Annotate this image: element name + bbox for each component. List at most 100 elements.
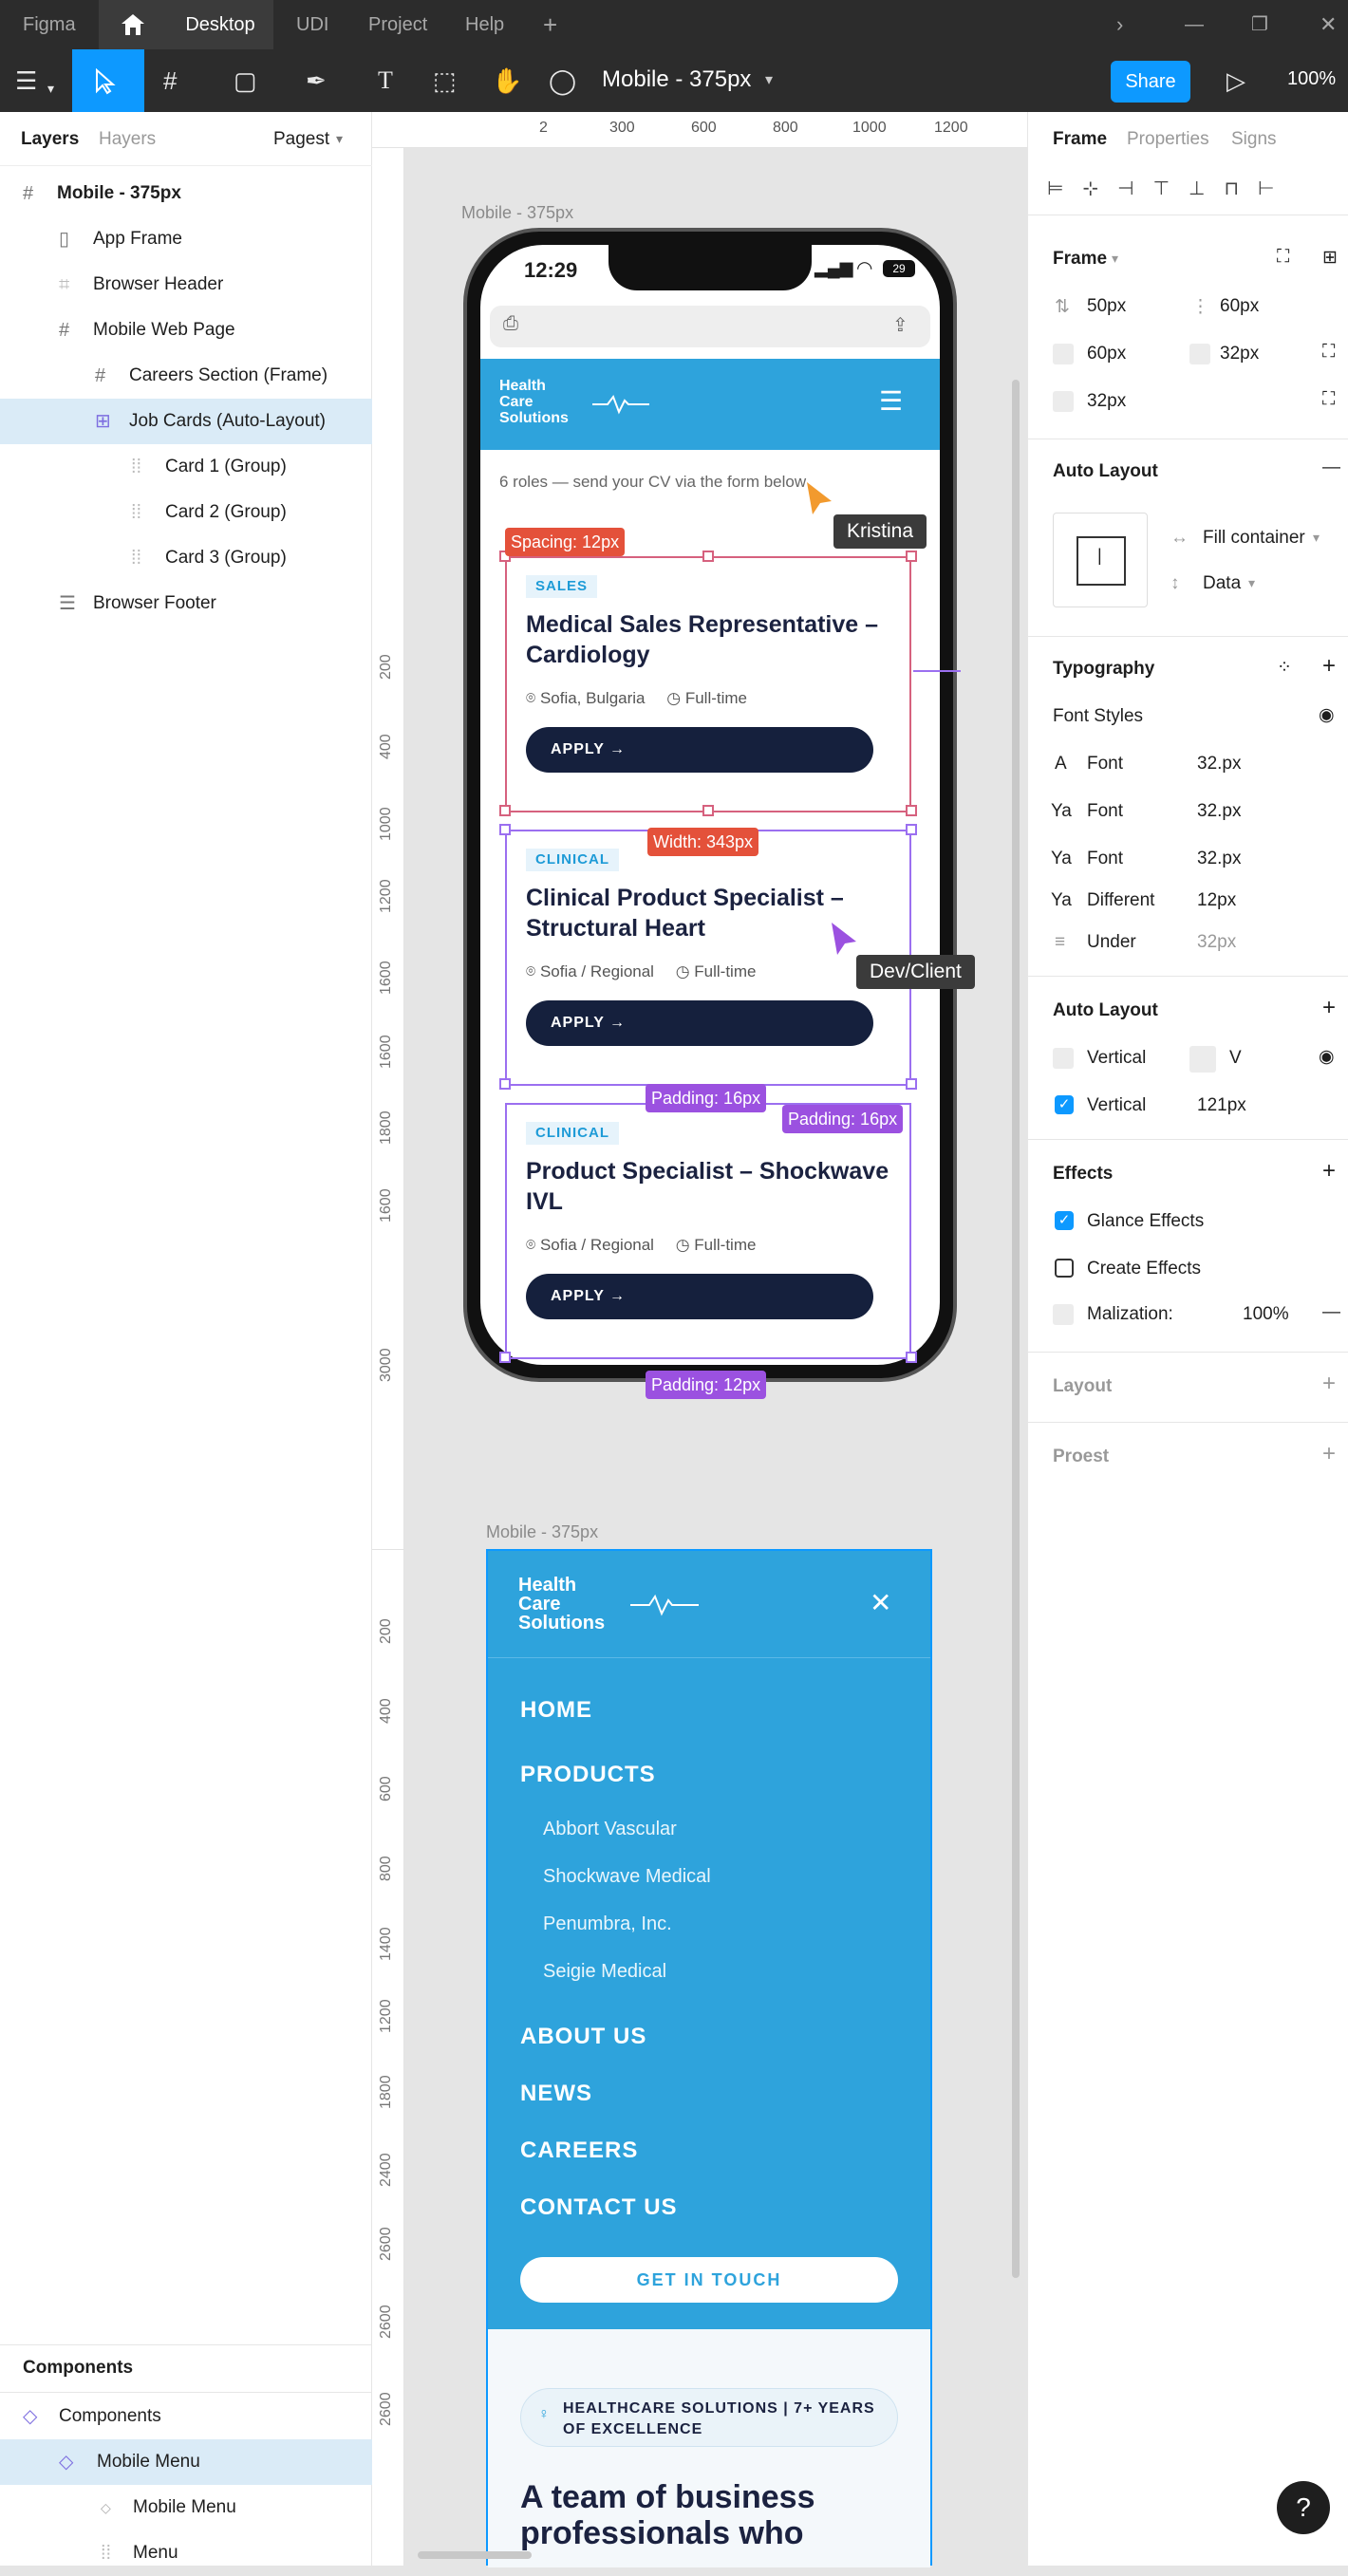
pen-tool-icon[interactable]: ✒ [306, 65, 327, 97]
layer-careers-section[interactable]: # Careers Section (Frame) [0, 353, 372, 399]
styles-icon[interactable]: ⁘ [1277, 657, 1292, 679]
tab-udi[interactable]: UDI [296, 0, 328, 49]
eye-icon[interactable]: ◉ [1319, 1046, 1335, 1068]
align-tools[interactable]: ⊨⊹⊣⊤⊥⊓⊢ [1047, 177, 1293, 200]
independent-corners-icon[interactable]: ⛶ [1322, 389, 1335, 410]
chevron-down-icon[interactable]: ▾ [1313, 530, 1320, 546]
menu-item-home[interactable]: HOME [520, 1697, 592, 1724]
vertical-scrollbar[interactable] [1012, 380, 1020, 2278]
rectangle-tool-icon[interactable]: ▢ [234, 65, 257, 97]
chevron-down-icon[interactable]: ▾ [1112, 251, 1118, 267]
close-menu-icon[interactable]: ✕ [870, 1587, 891, 1618]
layer-app-frame[interactable]: ▯ App Frame [0, 216, 372, 262]
tab-signs[interactable]: Signs [1231, 129, 1277, 150]
eye-icon[interactable]: ◉ [1319, 704, 1335, 726]
frame-value-radius[interactable]: 32px [1087, 391, 1126, 412]
tab-hayers[interactable]: Hayers [99, 129, 156, 150]
add-icon[interactable]: + [1322, 1158, 1336, 1185]
tab-project[interactable]: Project [368, 0, 427, 49]
horizontal-scrollbar[interactable] [418, 2551, 532, 2559]
tab-desktop[interactable]: Desktop [167, 0, 273, 49]
tab-layers[interactable]: Layers [21, 129, 79, 150]
present-play-icon[interactable]: ▷ [1226, 65, 1245, 97]
typo-value[interactable]: 32.px [1197, 801, 1241, 822]
resize-handle[interactable] [906, 1078, 917, 1090]
menu-item-news[interactable]: NEWS [520, 2081, 592, 2107]
menu-item-about[interactable]: ABOUT US [520, 2024, 646, 2050]
typo-value[interactable]: 32.px [1197, 849, 1241, 869]
resize-handle[interactable] [702, 551, 714, 562]
remove-icon[interactable]: — [1322, 1302, 1340, 1323]
corner-icon[interactable]: ⛶ [1322, 342, 1335, 363]
add-icon[interactable]: + [1322, 995, 1336, 1021]
resize-handle[interactable] [906, 824, 917, 835]
site-logo[interactable]: Health Care Solutions [518, 1576, 605, 1633]
vertical-checkbox[interactable]: ✓ [1055, 1095, 1074, 1114]
create-effects-checkbox[interactable] [1055, 1259, 1074, 1278]
resize-handle[interactable] [499, 1352, 511, 1363]
chevron-right-icon[interactable]: › [1116, 0, 1123, 49]
chevron-down-icon[interactable]: ▾ [336, 131, 343, 147]
hamburger-menu-icon[interactable]: ☰ [879, 385, 903, 417]
resize-handle[interactable] [499, 824, 511, 835]
glance-effects-checkbox[interactable]: ✓ [1055, 1211, 1074, 1230]
add-icon[interactable]: + [1322, 653, 1336, 680]
resize-handle[interactable] [702, 805, 714, 816]
frame-value-y[interactable]: 60px [1220, 296, 1259, 317]
minimize-icon[interactable]: — [1185, 0, 1204, 49]
alignment-grid[interactable]: | [1053, 513, 1148, 607]
new-tab-plus-icon[interactable]: + [543, 0, 557, 49]
resize-handle[interactable] [499, 805, 511, 816]
typo-value[interactable]: 32.px [1197, 754, 1241, 775]
home-button[interactable] [99, 0, 167, 49]
frame-value-x[interactable]: 50px [1087, 296, 1126, 317]
move-tool-button[interactable] [72, 49, 144, 112]
spacing-mode-icon[interactable] [1189, 1046, 1216, 1073]
site-logo[interactable]: Health Care Solutions [499, 378, 569, 426]
comment-tool-icon[interactable]: ◯ [549, 65, 576, 97]
typo-value[interactable]: 32px [1197, 932, 1236, 953]
menu-item-careers[interactable]: CAREERS [520, 2137, 638, 2164]
page-select[interactable]: Pagest [273, 129, 329, 150]
text-tool-icon[interactable]: T [378, 65, 393, 97]
resources-tool-icon[interactable]: ⬚ [433, 65, 457, 97]
share-icon[interactable]: ⇪ [892, 313, 908, 337]
menu-item-products[interactable]: PRODUCTS [520, 1762, 656, 1788]
hand-tool-icon[interactable]: ✋ [492, 65, 522, 97]
tab-properties[interactable]: Properties [1127, 129, 1209, 150]
frame-label[interactable]: Mobile - 375px [461, 203, 573, 223]
selection-box-card-3[interactable] [505, 1103, 911, 1359]
help-button[interactable]: ? [1277, 2481, 1330, 2534]
remove-icon[interactable]: — [1322, 457, 1340, 478]
chevron-down-icon[interactable]: ▾ [47, 72, 54, 104]
share-button[interactable]: Share [1111, 61, 1190, 103]
layer-browser-header[interactable]: ⌗ Browser Header [0, 262, 372, 308]
fill-container-select[interactable]: Fill container [1203, 528, 1305, 549]
add-icon[interactable]: + [1322, 1441, 1336, 1467]
resize-handle[interactable] [499, 1078, 511, 1090]
vertical-value[interactable]: V [1229, 1048, 1242, 1069]
resize-icon[interactable]: ⛶ [1277, 247, 1289, 268]
component-item[interactable]: ⁞⁞ Menu [0, 2530, 372, 2576]
component-item[interactable]: ◇ Mobile Menu [0, 2485, 372, 2530]
tabs-icon[interactable]: ⎙ [503, 313, 518, 335]
get-in-touch-button[interactable]: GET IN TOUCH [520, 2257, 898, 2303]
tab-help[interactable]: Help [465, 0, 504, 49]
layer-card-3[interactable]: ⁞⁞ Card 3 (Group) [0, 535, 372, 581]
restore-icon[interactable]: ❐ [1251, 0, 1268, 49]
zoom-level[interactable]: 100% [1287, 68, 1336, 90]
typo-value[interactable]: 12px [1197, 890, 1236, 911]
chevron-down-icon[interactable]: ▾ [1248, 575, 1255, 591]
submenu-item[interactable]: Penumbra, Inc. [543, 1913, 672, 1935]
browser-url-bar[interactable]: ⎙ ⇪ [490, 306, 930, 347]
layer-card-1[interactable]: ⁞⁞ Card 1 (Group) [0, 444, 372, 490]
frame-tool-icon[interactable]: # [163, 65, 177, 97]
malization-value[interactable]: 100% [1243, 1304, 1289, 1325]
vertical-value[interactable]: 121px [1197, 1095, 1246, 1116]
frame-value-h[interactable]: 32px [1220, 344, 1259, 364]
submenu-item[interactable]: Shockwave Medical [543, 1866, 711, 1888]
layer-mobile-web-page[interactable]: # Mobile Web Page [0, 308, 372, 353]
resize-handle[interactable] [906, 1352, 917, 1363]
resize-handle[interactable] [906, 805, 917, 816]
close-window-icon[interactable]: ✕ [1320, 0, 1337, 49]
